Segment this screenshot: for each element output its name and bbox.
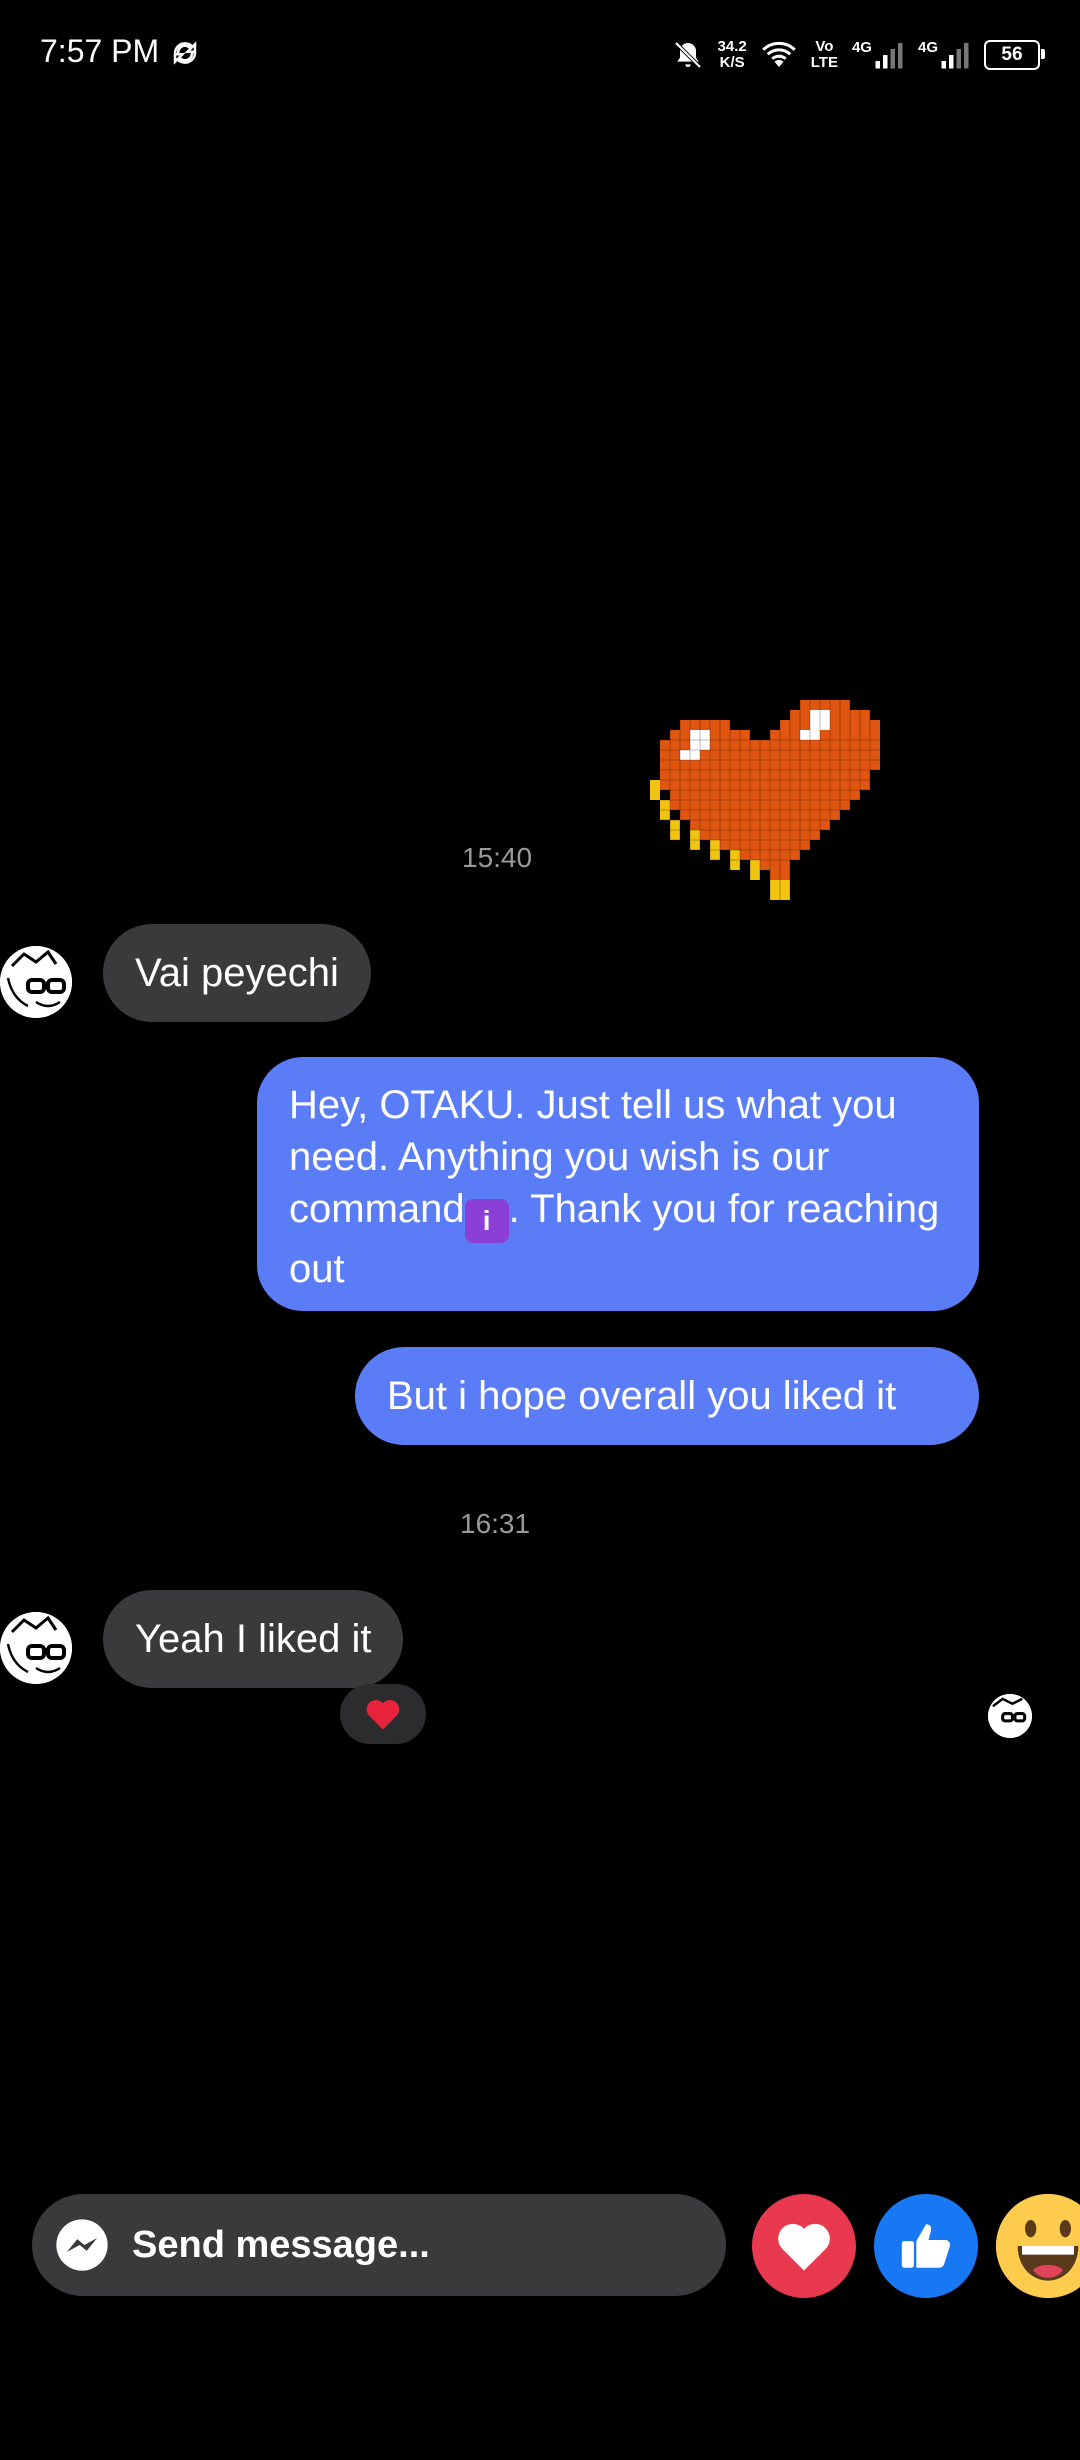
battery-indicator: 56 <box>984 40 1045 70</box>
net-speed-value: 34.2 <box>717 38 747 55</box>
message-bubble-outgoing[interactable]: But i hope overall you liked it <box>355 1347 979 1445</box>
signal-2: 4G <box>918 40 970 70</box>
net-speed-unit: K/S <box>719 54 745 71</box>
message-text: Vai peyechi <box>135 951 339 995</box>
message-composer[interactable]: Send message... <box>32 2194 726 2296</box>
heart-icon <box>778 2223 830 2271</box>
information-emoji-icon: ℹ️i <box>464 1199 509 1243</box>
sim2-label: 4G <box>917 39 938 56</box>
signal-bars-icon <box>941 43 969 69</box>
wifi-icon <box>761 41 796 67</box>
pixel-heart-effect <box>650 700 880 900</box>
status-time: 7:57 PM <box>40 33 160 69</box>
message-bubble-incoming[interactable]: Vai peyechi <box>103 924 371 1022</box>
message-reaction[interactable]: ❤️ <box>340 1684 426 1744</box>
volte-indicator: Vo LTE <box>811 39 838 71</box>
message-bubble-incoming[interactable]: Yeah I liked it <box>103 1590 404 1688</box>
sync-icon <box>173 41 197 65</box>
timestamp: 15:40 <box>462 842 533 868</box>
signal-bars-icon <box>875 43 903 69</box>
heart-reaction-icon <box>366 1700 400 1730</box>
volte-bottom: LTE <box>810 54 838 71</box>
contact-avatar[interactable] <box>0 946 72 1018</box>
message-text: Yeah I liked it <box>135 1617 372 1661</box>
send-love-button[interactable] <box>752 2194 856 2298</box>
thumbs-up-icon <box>901 2224 951 2268</box>
send-emoji-button[interactable] <box>996 2194 1080 2298</box>
messenger-icon <box>56 2219 108 2271</box>
network-speed: 34.2 K/S <box>718 39 747 71</box>
message-input-placeholder[interactable]: Send message... <box>132 2224 430 2267</box>
signal-1: 4G <box>852 40 904 70</box>
send-like-button[interactable] <box>874 2194 978 2298</box>
avatar-sketch-icon <box>0 946 72 1018</box>
status-bar: 7:57 PM 34.2 K/S Vo LTE 4G 4G 56 <box>0 0 1080 110</box>
timestamp: 16:31 <box>460 1508 531 1539</box>
volte-top: Vo <box>815 38 834 55</box>
message-text: But i hope overall you liked it <box>387 1374 897 1418</box>
avatar-sketch-icon <box>0 1612 72 1684</box>
sim1-label: 4G <box>851 39 872 56</box>
message-bubble-outgoing[interactable]: Hey, OTAKU. Just tell us what you need. … <box>257 1057 979 1311</box>
contact-avatar[interactable] <box>0 1612 72 1684</box>
battery-level: 56 <box>1001 44 1023 65</box>
grinning-face-icon <box>996 2194 1080 2298</box>
status-icons: 34.2 K/S Vo LTE 4G 4G 56 <box>672 30 1045 80</box>
bell-muted-icon <box>674 41 701 69</box>
avatar-sketch-icon <box>988 1694 1032 1738</box>
seen-indicator-avatar <box>988 1694 1032 1738</box>
